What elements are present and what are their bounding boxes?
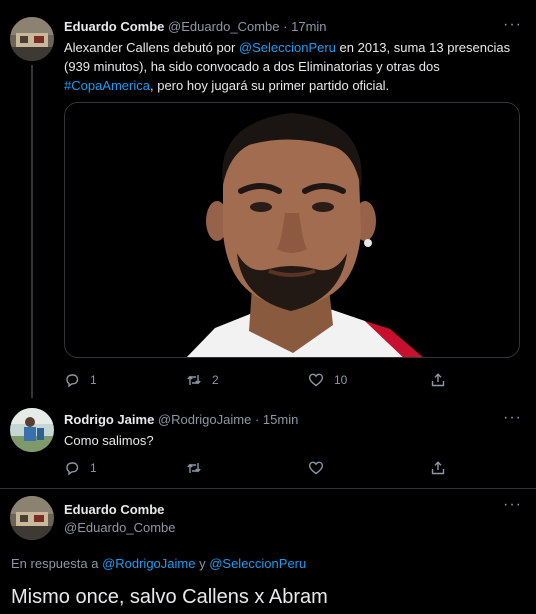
retweet-icon (187, 463, 201, 473)
mention-link[interactable]: @SeleccionPeru (239, 40, 336, 55)
player-photo (65, 103, 519, 357)
tweet-1[interactable]: Eduardo Combe @Eduardo_Combe · 17min ···… (0, 0, 536, 398)
retweet-button[interactable]: 2 (186, 370, 219, 390)
thread-line (31, 65, 33, 398)
more-icon[interactable]: ··· (503, 496, 522, 514)
tweet-actions: 1 2 10 (64, 370, 464, 390)
tweet-actions: 1 (64, 458, 464, 478)
like-button[interactable] (308, 458, 324, 478)
hashtag-link[interactable]: #CopaAmerica (64, 78, 150, 93)
reply-icon (66, 374, 79, 388)
share-icon (431, 373, 445, 387)
reply-prefix: En respuesta a (11, 556, 103, 571)
separator: · (254, 412, 260, 427)
retweet-count: 2 (212, 373, 219, 387)
author-handle[interactable]: @RodrigoJaime (158, 412, 251, 427)
timestamp[interactable]: 17min (291, 19, 326, 34)
avatar[interactable] (10, 17, 54, 61)
reply-button[interactable]: 1 (64, 458, 97, 478)
author-handle[interactable]: @Eduardo_Combe (168, 19, 279, 34)
timestamp[interactable]: 15min (263, 412, 298, 427)
heart-icon (308, 461, 324, 475)
reply-button[interactable]: 1 (64, 370, 97, 390)
separator: · (283, 19, 288, 34)
retweet-icon (187, 375, 201, 385)
tweet-text-part: , pero hoy jugará su primer partido ofic… (150, 78, 390, 93)
tweet-header: Eduardo Combe @Eduardo_Combe · 17min (64, 19, 327, 34)
avatar[interactable] (10, 496, 54, 540)
author-name[interactable]: Eduardo Combe (64, 19, 164, 34)
like-count: 10 (334, 373, 348, 387)
reply-count: 1 (90, 373, 97, 387)
tweet-text: Alexander Callens debutó por @SeleccionP… (64, 38, 520, 95)
author-handle-block: @Eduardo_Combe (64, 520, 175, 535)
share-button[interactable] (430, 370, 446, 390)
focused-tweet-text: Mismo once, salvo Callens x Abram (11, 586, 328, 608)
reply-count: 1 (90, 461, 97, 475)
tweet-media-image[interactable] (64, 102, 520, 358)
more-icon[interactable]: ··· (503, 16, 522, 34)
reply-context: En respuesta a @RodrigoJaime y @Seleccio… (11, 556, 306, 571)
retweet-button[interactable] (186, 458, 202, 478)
avatar[interactable] (10, 408, 54, 452)
tweet-text: Como salimos? (64, 433, 154, 448)
mention-link[interactable]: @SeleccionPeru (209, 556, 306, 571)
more-icon[interactable]: ··· (503, 409, 522, 427)
share-button[interactable] (430, 458, 446, 478)
share-icon (431, 461, 445, 475)
author-handle[interactable]: @Eduardo_Combe (64, 520, 175, 535)
tweet-text-part: Alexander Callens debutó por (64, 40, 239, 55)
author-name-block: Eduardo Combe (64, 502, 164, 517)
reply-and: y (195, 556, 210, 571)
author-name[interactable]: Rodrigo Jaime (64, 412, 154, 427)
like-button[interactable]: 10 (308, 370, 347, 390)
reply-icon (66, 462, 79, 476)
tweet-2[interactable]: Rodrigo Jaime @RodrigoJaime · 15min ··· … (0, 398, 536, 488)
heart-icon (308, 373, 324, 387)
mention-link[interactable]: @RodrigoJaime (102, 556, 195, 571)
tweet-header: Rodrigo Jaime @RodrigoJaime · 15min (64, 412, 298, 427)
author-name[interactable]: Eduardo Combe (64, 502, 164, 517)
